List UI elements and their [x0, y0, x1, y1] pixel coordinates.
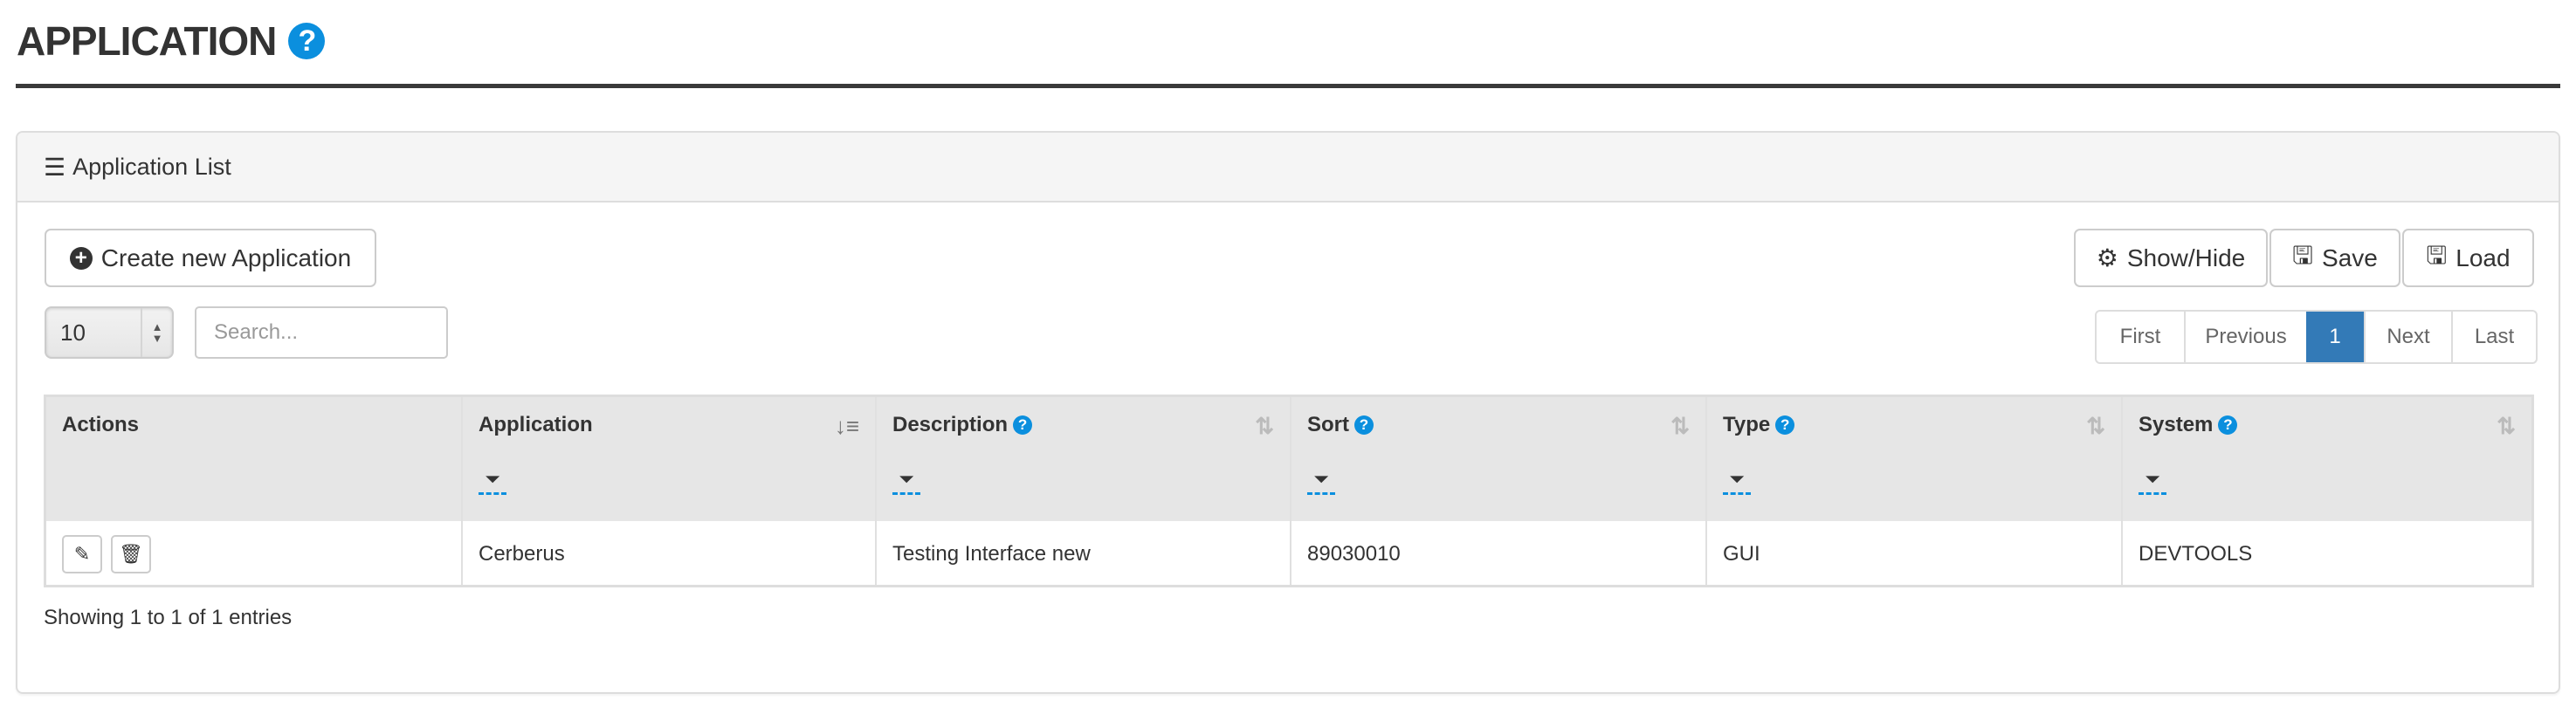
column-description: Description? ⇅ ⏷ Testing Interface new [875, 397, 1290, 585]
help-icon[interactable]: ? [1354, 415, 1374, 435]
filter-icon: ⏷ [1313, 468, 1329, 490]
edit-button[interactable]: ✎ [62, 535, 102, 573]
filter-button[interactable]: ⏷ [479, 470, 506, 495]
sort-asc-icon[interactable]: ↓≡ [835, 413, 859, 440]
gear-icon: ⚙ [2096, 244, 2118, 271]
filter-icon: ⏷ [899, 468, 914, 490]
filter-button[interactable]: ⏷ [892, 470, 920, 495]
create-application-button[interactable]: + Create new Application [45, 229, 376, 287]
list-icon: ☰ [44, 153, 66, 181]
column-header-application: Application [479, 413, 593, 437]
header-cell: Actions [46, 397, 461, 521]
column-type: Type? ⇅ ⏷ GUI [1705, 397, 2121, 585]
load-icon: 🖫 [2426, 241, 2448, 269]
column-application: Application ↓≡ ⏷ Cerberus [461, 397, 875, 585]
header-label: Description [892, 413, 1009, 436]
show-hide-button[interactable]: ⚙ Show/Hide [2074, 229, 2268, 287]
panel-header: ☰ Application List [17, 133, 2559, 202]
header-cell[interactable]: Type? ⇅ ⏷ [1707, 397, 2121, 521]
help-icon[interactable]: ? [1775, 415, 1795, 435]
pagination: First Previous 1 Next Last [2095, 310, 2538, 364]
page-first[interactable]: First [2097, 312, 2184, 362]
help-icon[interactable]: ? [2218, 415, 2238, 435]
header-cell[interactable]: Description? ⇅ ⏷ [877, 397, 1290, 521]
column-header-sort: Sort? [1307, 413, 1374, 437]
header-cell[interactable]: Sort? ⇅ ⏷ [1291, 397, 1705, 521]
table-info: Showing 1 to 1 of 1 entries [44, 606, 293, 629]
header-cell[interactable]: Application ↓≡ ⏷ [463, 397, 875, 521]
create-label: Create new Application [100, 244, 352, 271]
delete-button[interactable]: 🗑 [111, 535, 151, 573]
header-cell[interactable]: System? ⇅ ⏷ [2123, 397, 2531, 521]
page-title: APPLICATION? [17, 17, 326, 65]
pencil-icon: ✎ [73, 543, 91, 565]
panel-title: Application List [72, 153, 231, 180]
column-sort: Sort? ⇅ ⏷ 89030010 [1290, 397, 1705, 585]
filter-icon: ⏷ [2145, 468, 2160, 490]
filter-button[interactable]: ⏷ [1307, 470, 1335, 495]
sort-icon[interactable]: ⇅ [1670, 413, 1690, 440]
column-actions: Actions ✎ 🗑 [46, 397, 461, 585]
title-divider [16, 84, 2560, 88]
load-button[interactable]: 🖫 Load [2402, 229, 2534, 287]
page-current[interactable]: 1 [2306, 312, 2364, 362]
cell-application: Cerberus [479, 542, 565, 566]
select-arrows-icon: ▲ ▼ [141, 308, 172, 357]
column-header-actions: Actions [62, 413, 140, 436]
plus-circle-icon: + [69, 246, 93, 270]
column-header-description: Description? [892, 413, 1033, 437]
cell-system: DEVTOOLS [2139, 542, 2253, 566]
trash-icon: 🗑 [119, 543, 143, 565]
application-table: Actions ✎ 🗑 Application ↓≡ ⏷ Cerberus Desc… [44, 395, 2534, 587]
column-header-system: System? [2139, 413, 2238, 437]
save-icon: 🖫 [2292, 241, 2314, 269]
help-icon[interactable]: ? [1013, 415, 1033, 435]
cell-sort: 89030010 [1307, 542, 1401, 566]
filter-button[interactable]: ⏷ [1723, 470, 1751, 495]
help-icon[interactable]: ? [288, 23, 326, 59]
header-label: System [2139, 413, 2214, 436]
filter-icon: ⏷ [1729, 468, 1745, 490]
save-label: Save [2322, 244, 2378, 271]
column-system: System? ⇅ ⏷ DEVTOOLS [2121, 397, 2531, 585]
page-last[interactable]: Last [2451, 312, 2536, 362]
save-button[interactable]: 🖫 Save [2269, 229, 2400, 287]
search-input[interactable] [195, 306, 448, 359]
load-label: Load [2455, 244, 2511, 271]
header-label: Application [479, 413, 593, 436]
sort-icon[interactable]: ⇅ [2086, 413, 2105, 440]
cell-type: GUI [1723, 542, 1760, 566]
header-label: Sort [1307, 413, 1349, 436]
showhide-label: Show/Hide [2126, 244, 2246, 271]
page-length-select[interactable]: 10 ▲ ▼ [45, 306, 174, 359]
filter-button[interactable]: ⏷ [2139, 470, 2166, 495]
column-header-type: Type? [1723, 413, 1795, 437]
page-previous[interactable]: Previous [2184, 312, 2306, 362]
page-next[interactable]: Next [2364, 312, 2451, 362]
sort-icon[interactable]: ⇅ [2497, 413, 2516, 440]
filter-icon: ⏷ [485, 468, 500, 490]
page-title-text: APPLICATION [17, 18, 277, 64]
sort-icon[interactable]: ⇅ [1255, 413, 1274, 440]
header-label: Type [1723, 413, 1771, 436]
cell-description: Testing Interface new [892, 542, 1091, 566]
page-length-value: 10 [60, 319, 86, 346]
